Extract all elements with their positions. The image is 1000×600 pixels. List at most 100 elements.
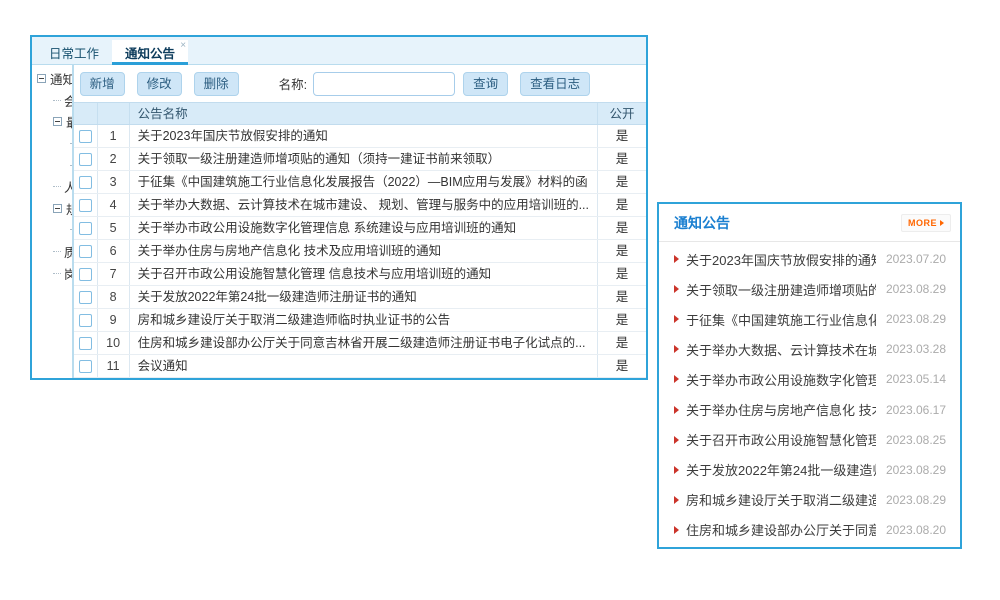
row-checkbox[interactable] <box>79 337 92 350</box>
row-checkbox[interactable] <box>79 199 92 212</box>
row-title[interactable]: 关于举办市政公用设施数字化管理信息 系统建设与应用培训班的通知 <box>130 217 597 239</box>
row-index: 4 <box>98 194 130 216</box>
table-row[interactable]: 5关于举办市政公用设施数字化管理信息 系统建设与应用培训班的通知是 <box>74 217 646 240</box>
row-checkbox[interactable] <box>79 153 92 166</box>
table-row[interactable]: 4关于举办大数据、云计算技术在城市建设、 规划、管理与服务中的应用培训班的...… <box>74 194 646 217</box>
row-title[interactable]: 关于2023年国庆节放假安排的通知 <box>130 125 597 147</box>
panel-body: 通知公告会议纪要最新公告111222人事任免规章制度放假通知质量安全岗位竞聘 新… <box>32 65 646 378</box>
announcement-title[interactable]: 于征集《中国建筑施工行业信息化发... <box>686 310 876 329</box>
announcement-date: 2023.03.28 <box>886 342 946 356</box>
row-checkbox[interactable] <box>79 222 92 235</box>
row-checkbox[interactable] <box>79 268 92 281</box>
tree-item[interactable]: 岗位竞聘 <box>32 262 72 284</box>
table-body: 1关于2023年国庆节放假安排的通知是2关于领取一级注册建造师增项贴的通知（须持… <box>74 125 646 378</box>
row-title[interactable]: 关于举办住房与房地产信息化 技术及应用培训班的通知 <box>130 240 597 262</box>
collapse-icon[interactable] <box>53 204 62 213</box>
collapse-icon[interactable] <box>37 74 46 83</box>
edit-button[interactable]: 修改 <box>137 72 182 96</box>
tree-item-label: 质量安全 <box>64 242 74 261</box>
announcement-title[interactable]: 房和城乡建设厅关于取消二级建造师... <box>686 490 876 509</box>
query-button[interactable]: 查询 <box>463 72 508 96</box>
row-public: 是 <box>597 217 646 239</box>
row-checkbox[interactable] <box>79 314 92 327</box>
row-checkbox[interactable] <box>79 176 92 189</box>
tab-daily-work[interactable]: 日常工作 <box>36 40 112 64</box>
row-title[interactable]: 关于发放2022年第24批一级建造师注册证书的通知 <box>130 286 597 308</box>
row-checkbox[interactable] <box>79 291 92 304</box>
tree-item[interactable]: 111 <box>32 133 72 155</box>
table-row[interactable]: 3于征集《中国建筑施工行业信息化发展报告（2022）—BIM应用与发展》材料的函… <box>74 171 646 194</box>
row-title[interactable]: 关于领取一级注册建造师增项贴的通知（须持一建证书前来领取） <box>130 148 597 170</box>
announcement-title[interactable]: 关于举办大数据、云计算技术在城市... <box>686 340 876 359</box>
table-row[interactable]: 1关于2023年国庆节放假安排的通知是 <box>74 125 646 148</box>
announcement-item[interactable]: 关于举办大数据、云计算技术在城市... 2023.03.28 <box>659 334 960 364</box>
bullet-icon <box>674 406 679 414</box>
row-checkbox[interactable] <box>79 130 92 143</box>
row-public: 是 <box>597 125 646 147</box>
bullet-icon <box>674 255 679 263</box>
row-title[interactable]: 于征集《中国建筑施工行业信息化发展报告（2022）—BIM应用与发展》材料的函 <box>130 171 597 193</box>
row-title[interactable]: 会议通知 <box>130 355 597 377</box>
row-title[interactable]: 房和城乡建设厅关于取消二级建造师临时执业证书的公告 <box>130 309 597 331</box>
row-public: 是 <box>597 332 646 354</box>
tree-item[interactable]: 最新公告 <box>32 111 72 133</box>
row-title[interactable]: 住房和城乡建设部办公厅关于同意吉林省开展二级建造师注册证书电子化试点的... <box>130 332 597 354</box>
row-checkbox[interactable] <box>79 245 92 258</box>
table-row[interactable]: 11会议通知是 <box>74 355 646 378</box>
row-title[interactable]: 关于举办大数据、云计算技术在城市建设、 规划、管理与服务中的应用培训班的... <box>130 194 597 216</box>
tree-item[interactable]: 规章制度 <box>32 198 72 220</box>
row-checkbox-cell <box>74 309 98 331</box>
collapse-icon[interactable] <box>53 117 62 126</box>
tree-item[interactable]: 会议纪要 <box>32 90 72 112</box>
row-title[interactable]: 关于召开市政公用设施智慧化管理 信息技术与应用培训班的通知 <box>130 263 597 285</box>
announcements-table: 公告名称 公开 1关于2023年国庆节放假安排的通知是2关于领取一级注册建造师增… <box>74 102 646 378</box>
row-index: 8 <box>98 286 130 308</box>
tree-item[interactable]: 放假通知 <box>32 219 72 241</box>
row-index: 7 <box>98 263 130 285</box>
announcement-item[interactable]: 关于领取一级注册建造师增项贴的通...2023.08.29 <box>659 274 960 304</box>
row-public: 是 <box>597 309 646 331</box>
table-row[interactable]: 2关于领取一级注册建造师增项贴的通知（须持一建证书前来领取）是 <box>74 148 646 171</box>
announcement-item[interactable]: 住房和城乡建设部办公厅关于同意吉...2023.08.20 <box>659 515 960 545</box>
table-row[interactable]: 8关于发放2022年第24批一级建造师注册证书的通知是 <box>74 286 646 309</box>
name-filter-input[interactable] <box>313 72 455 96</box>
bullet-icon <box>674 285 679 293</box>
announcement-item[interactable]: 关于举办住房与房地产信息化 技术...2023.06.17 <box>659 394 960 424</box>
tab-close-icon[interactable]: × <box>180 41 186 51</box>
announcement-title[interactable]: 关于举办住房与房地产信息化 技术... <box>686 400 876 419</box>
row-checkbox-cell <box>74 355 98 377</box>
delete-button[interactable]: 删除 <box>194 72 239 96</box>
view-log-button[interactable]: 查看日志 <box>520 72 590 96</box>
tree-item[interactable]: 人事任免 <box>32 176 72 198</box>
row-checkbox-cell <box>74 148 98 170</box>
row-checkbox[interactable] <box>79 360 92 373</box>
announcement-title[interactable]: 关于2023年国庆节放假安排的通知 <box>686 250 876 269</box>
tab-announcements[interactable]: 通知公告× <box>112 40 188 64</box>
row-public: 是 <box>597 286 646 308</box>
announcement-item[interactable]: 关于2023年国庆节放假安排的通知2023.07.20 <box>659 244 960 274</box>
announcement-title[interactable]: 住房和城乡建设部办公厅关于同意吉... <box>686 520 876 539</box>
announcement-item[interactable]: 关于发放2022年第24批一级建造师...2023.08.29 <box>659 455 960 485</box>
announcement-title[interactable]: 关于领取一级注册建造师增项贴的通... <box>686 280 876 299</box>
table-row[interactable]: 7关于召开市政公用设施智慧化管理 信息技术与应用培训班的通知是 <box>74 263 646 286</box>
more-button[interactable]: MORE <box>901 214 951 232</box>
row-public: 是 <box>597 148 646 170</box>
announcement-item[interactable]: 关于举办市政公用设施数字化管理信...2023.05.14 <box>659 364 960 394</box>
table-row[interactable]: 6关于举办住房与房地产信息化 技术及应用培训班的通知是 <box>74 240 646 263</box>
row-index: 11 <box>98 355 130 377</box>
tree-item[interactable]: 质量安全 <box>32 241 72 263</box>
announcement-title[interactable]: 关于举办市政公用设施数字化管理信... <box>686 370 876 389</box>
table-row[interactable]: 10住房和城乡建设部办公厅关于同意吉林省开展二级建造师注册证书电子化试点的...… <box>74 332 646 355</box>
table-row[interactable]: 9房和城乡建设厅关于取消二级建造师临时执业证书的公告是 <box>74 309 646 332</box>
announcement-item[interactable]: 于征集《中国建筑施工行业信息化发...2023.08.29 <box>659 304 960 334</box>
tree-item[interactable]: 通知公告 <box>32 68 72 90</box>
announcement-item[interactable]: 关于召开市政公用设施智慧化管理 ...2023.08.25 <box>659 425 960 455</box>
bullet-icon <box>674 466 679 474</box>
row-checkbox-cell <box>74 125 98 147</box>
announcement-title[interactable]: 关于发放2022年第24批一级建造师... <box>686 460 876 479</box>
announcement-item[interactable]: 房和城乡建设厅关于取消二级建造师...2023.08.29 <box>659 485 960 515</box>
announcement-title[interactable]: 关于召开市政公用设施智慧化管理 ... <box>686 430 876 449</box>
tree-connector <box>53 186 61 187</box>
tree-item[interactable]: 222 <box>32 154 72 176</box>
add-button[interactable]: 新增 <box>80 72 125 96</box>
